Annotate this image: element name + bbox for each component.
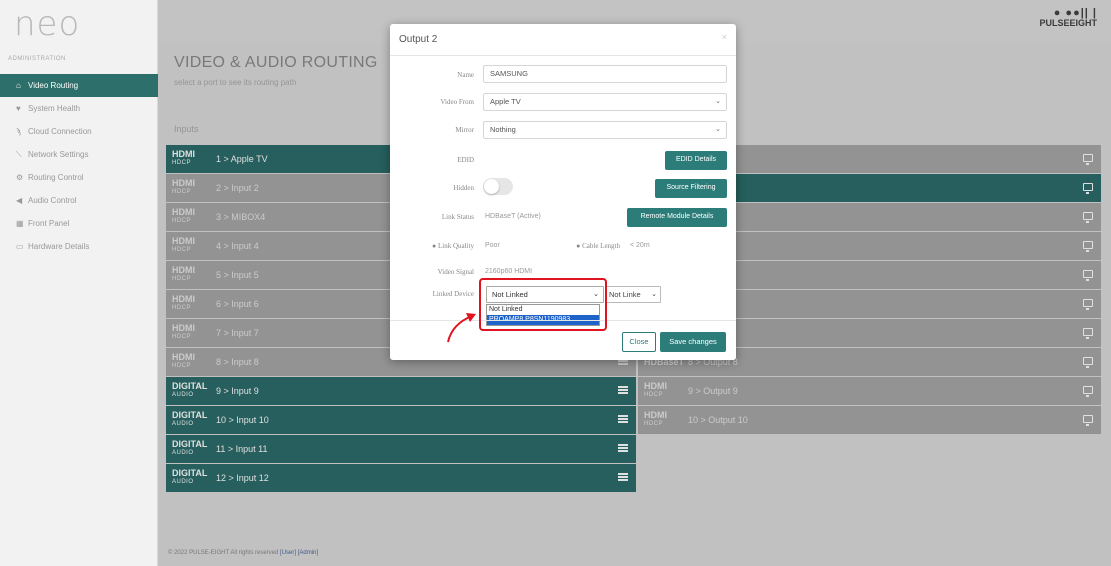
mirror-label: Mirror	[455, 126, 474, 134]
link-quality-label: ● Link Quality	[432, 242, 474, 250]
mirror-select[interactable]: Nothing ⌄	[483, 121, 727, 139]
link-status-label: Link Status	[441, 213, 474, 221]
dialog-title: Output 2	[399, 34, 438, 45]
name-label: Name	[457, 71, 474, 79]
annotation-arrow-icon	[447, 313, 476, 343]
info-icon: ●	[576, 242, 581, 250]
hardware-icon: ▭	[16, 242, 24, 251]
neo-logo: neo	[14, 4, 81, 44]
sidebar-item-label: Front Panel	[28, 219, 70, 228]
video-from-label: Video From	[440, 98, 474, 106]
link-status-value: HDBaseT (Active)	[485, 213, 541, 220]
edid-label: EDID	[457, 156, 474, 164]
sidebar-item-label: Video Routing	[28, 81, 79, 90]
linked-device-label: Linked Device	[432, 290, 474, 298]
sidebar-item-hardware-details[interactable]: ▭ Hardware Details	[0, 235, 158, 258]
home-icon: ⌂	[16, 81, 21, 90]
rss-icon: ϡ	[16, 127, 21, 136]
hidden-label: Hidden	[453, 184, 474, 192]
sidebar-section-label: ADMINISTRATION	[8, 56, 66, 62]
sidebar-item-label: Hardware Details	[28, 242, 90, 251]
hidden-toggle[interactable]	[483, 178, 513, 195]
remote-module-details-button[interactable]: Remote Module Details	[627, 208, 727, 227]
panel-icon: ▦	[16, 219, 24, 228]
sidebar-item-audio-control[interactable]: ◀ Audio Control	[0, 189, 158, 212]
linked-port-select[interactable]: Not Linke ⌄	[605, 286, 661, 303]
video-signal-label: Video Signal	[437, 268, 474, 276]
info-icon: ●	[432, 242, 437, 250]
link-quality-value: Poor	[485, 242, 500, 249]
sidebar-item-label: Audio Control	[28, 196, 77, 205]
close-button[interactable]: Close	[622, 332, 656, 352]
routing-icon: ⚙	[16, 173, 24, 182]
video-signal-value: 2160p60 HDMI	[485, 268, 533, 275]
sidebar-item-video-routing[interactable]: ⌂ Video Routing	[0, 74, 158, 97]
edid-details-button[interactable]: EDID Details	[665, 151, 727, 170]
speaker-icon: ◀	[16, 196, 23, 205]
source-filtering-button[interactable]: Source Filtering	[655, 179, 727, 198]
sidebar-item-label: Cloud Connection	[28, 127, 92, 136]
sidebar: neo ADMINISTRATION ⌂ Video Routing ♥ Syste…	[0, 0, 158, 566]
sidebar-item-cloud-connection[interactable]: ϡ Cloud Connection	[0, 120, 158, 143]
save-changes-button[interactable]: Save changes	[660, 332, 726, 352]
sidebar-item-network-settings[interactable]: ⟍ Network Settings	[0, 143, 158, 166]
sidebar-item-label: Network Settings	[28, 150, 89, 159]
toggle-knob	[484, 179, 499, 194]
chevron-down-icon: ⌄	[715, 98, 721, 105]
sidebar-item-front-panel[interactable]: ▦ Front Panel	[0, 212, 158, 235]
name-field[interactable]: SAMSUNG	[483, 65, 727, 83]
cable-length-label: ● Cable Length	[576, 242, 620, 250]
sidebar-item-label: Routing Control	[28, 173, 84, 182]
dialog-header: Output 2 ×	[390, 24, 736, 56]
chevron-down-icon: ⌄	[715, 126, 721, 133]
close-icon[interactable]: ×	[722, 32, 727, 42]
highlight-box	[479, 278, 607, 331]
cable-length-value: < 20m	[630, 242, 650, 249]
video-from-select[interactable]: Apple TV ⌄	[483, 93, 727, 111]
sidebar-item-label: System Health	[28, 104, 81, 113]
sidebar-nav: ⌂ Video Routing ♥ System Health ϡ Cloud Con…	[0, 74, 158, 258]
heart-icon: ♥	[16, 104, 21, 113]
network-icon: ⟍	[16, 150, 22, 159]
sidebar-item-routing-control[interactable]: ⚙ Routing Control	[0, 166, 158, 189]
chevron-down-icon: ⌄	[651, 291, 657, 298]
sidebar-item-system-health[interactable]: ♥ System Health	[0, 97, 158, 120]
